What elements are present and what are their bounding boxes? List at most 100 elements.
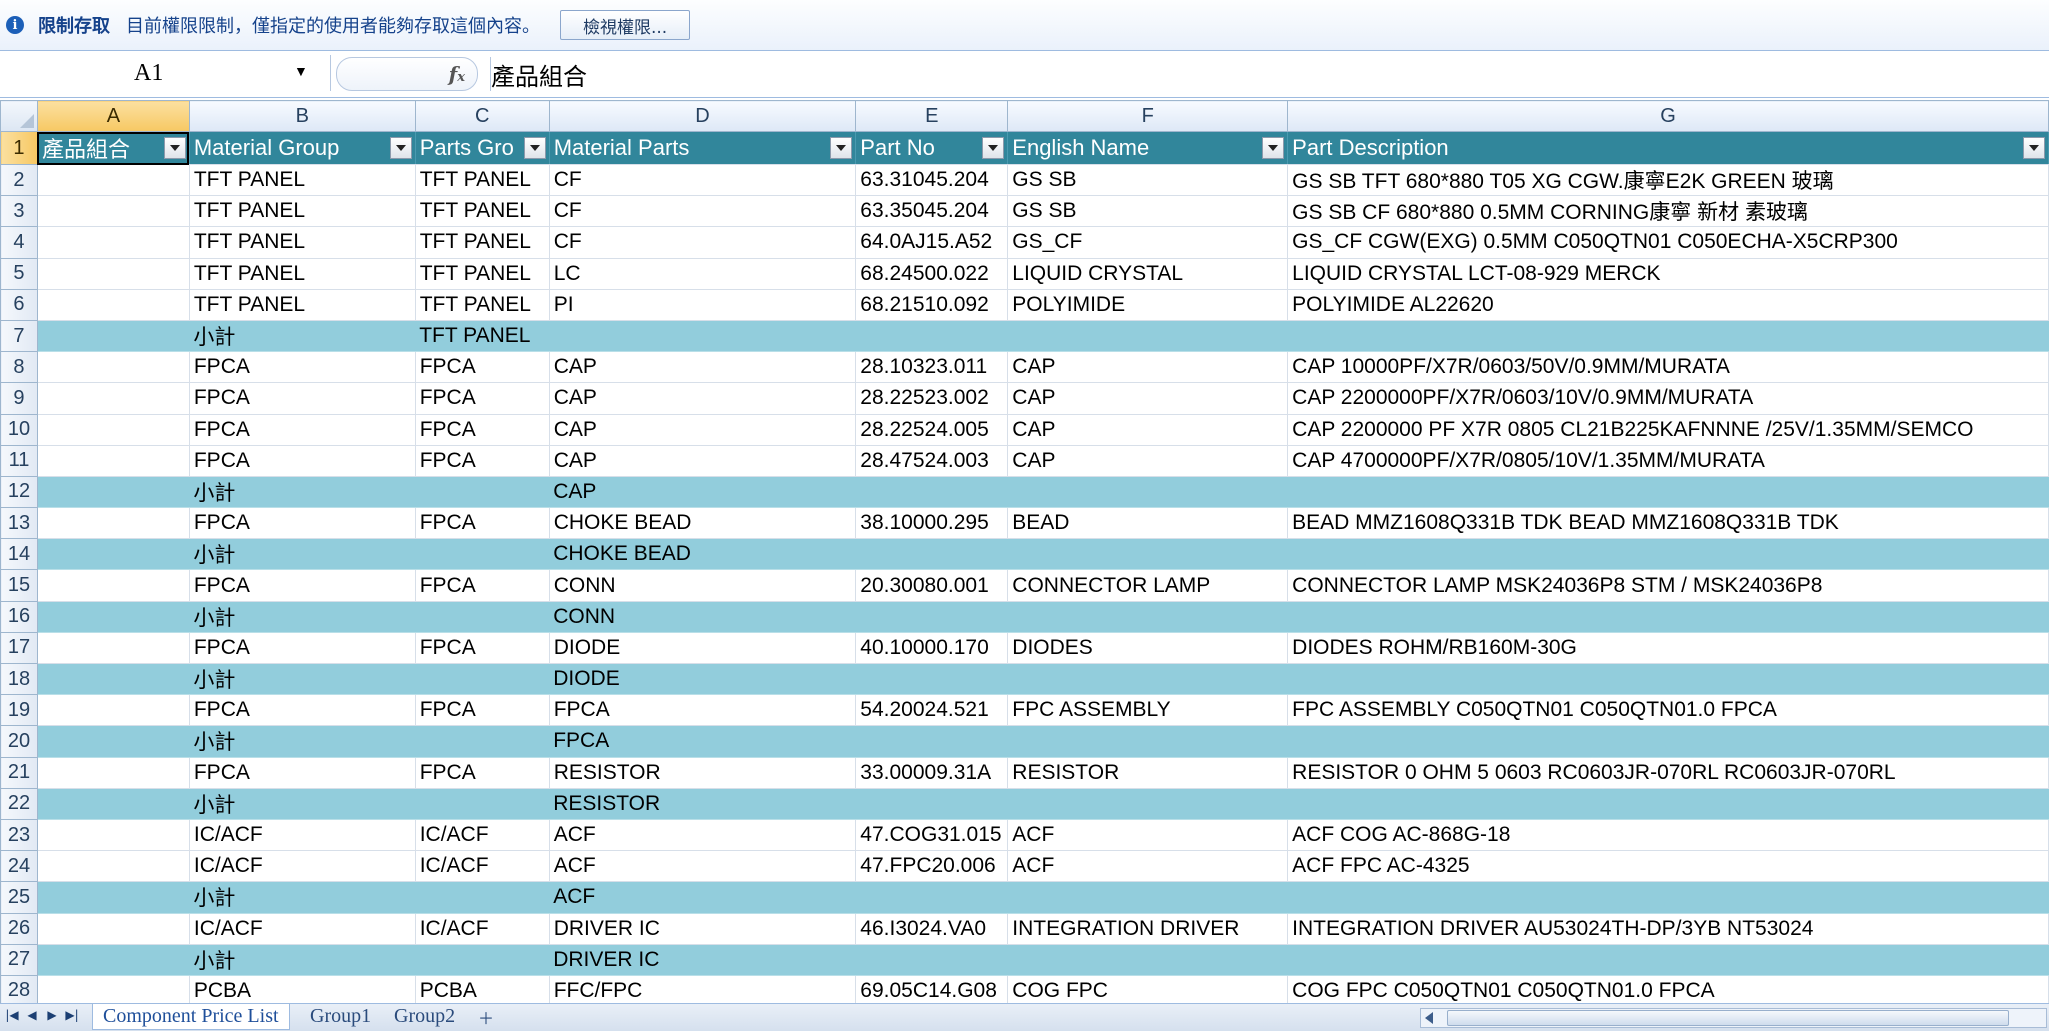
cell-f[interactable]: GS SB <box>1007 164 1289 197</box>
cell-a[interactable] <box>37 289 190 321</box>
cell-a[interactable] <box>37 944 190 976</box>
cell-b[interactable]: FPCA <box>189 445 416 477</box>
filter-dropdown-icon[interactable] <box>982 137 1005 159</box>
formula-content[interactable]: 產品組合 <box>491 57 587 92</box>
row-header[interactable]: 20 <box>0 725 38 758</box>
cell-e[interactable]: 33.00009.31A <box>855 757 1009 789</box>
column-header-g[interactable]: G <box>1287 100 2049 132</box>
cell-a[interactable] <box>37 351 190 384</box>
row-header[interactable]: 24 <box>0 850 38 883</box>
cell-b[interactable]: 小計 <box>189 476 416 509</box>
cell-e[interactable]: 69.05C14.G08 <box>855 975 1009 1003</box>
cell-g[interactable] <box>1287 788 2049 820</box>
scroll-left-arrow-icon[interactable] <box>1425 1012 1433 1024</box>
cell-g[interactable] <box>1287 476 2049 509</box>
cell-e[interactable]: 63.35045.204 <box>855 195 1009 228</box>
cell-g[interactable]: ACF COG AC-868G-18 <box>1287 819 2049 852</box>
cell-f[interactable]: INTEGRATION DRIVER <box>1007 913 1289 945</box>
row-header[interactable]: 4 <box>0 226 38 259</box>
cell-f[interactable]: FPC ASSEMBLY <box>1007 694 1289 727</box>
horizontal-scrollbar[interactable] <box>1420 1008 2047 1028</box>
cell-c[interactable]: FPCA <box>415 507 550 540</box>
cell-g[interactable]: ACF FPC AC-4325 <box>1287 850 2049 883</box>
cell-c[interactable]: TFT PANEL <box>415 164 550 197</box>
cell-b[interactable]: FPCA <box>189 351 416 384</box>
row-header[interactable]: 25 <box>0 881 38 914</box>
cell-d[interactable]: ACF <box>549 850 857 883</box>
cell-d[interactable]: CF <box>549 226 857 259</box>
cell-e[interactable] <box>855 538 1008 571</box>
cell-a[interactable] <box>37 569 190 602</box>
cell-a[interactable] <box>37 445 190 477</box>
header-cell[interactable]: Part No <box>855 131 1009 165</box>
row-header[interactable]: 1 <box>0 131 38 165</box>
cell-a[interactable] <box>37 632 190 665</box>
cell-f[interactable]: BEAD <box>1007 507 1289 540</box>
cell-b[interactable]: TFT PANEL <box>189 164 416 197</box>
cell-f[interactable]: ACF <box>1007 850 1289 883</box>
cell-c[interactable]: FPCA <box>415 414 550 446</box>
cell-d[interactable]: DIODE <box>549 663 856 696</box>
scrollbar-thumb[interactable] <box>1447 1010 2009 1026</box>
last-sheet-icon[interactable]: ▶| <box>64 1008 80 1022</box>
filter-dropdown-icon[interactable] <box>830 137 853 159</box>
cell-c[interactable]: IC/ACF <box>415 913 550 945</box>
row-header[interactable]: 14 <box>0 538 38 571</box>
cell-e[interactable]: 63.31045.204 <box>855 164 1009 197</box>
cell-reference[interactable]: A1 <box>134 60 294 87</box>
column-header-d[interactable]: D <box>548 100 857 132</box>
cell-b[interactable]: FPCA <box>189 414 416 446</box>
cell-e[interactable] <box>855 320 1008 353</box>
cell-c[interactable]: TFT PANEL <box>415 226 550 259</box>
first-sheet-icon[interactable]: |◀ <box>4 1008 20 1022</box>
cell-e[interactable]: 68.24500.022 <box>855 258 1009 290</box>
cell-d[interactable]: CHOKE BEAD <box>549 538 856 571</box>
cell-g[interactable]: INTEGRATION DRIVER AU53024TH-DP/3YB NT53… <box>1287 913 2049 945</box>
cell-g[interactable]: CAP 4700000PF/X7R/0805/10V/1.35MM/MURATA <box>1287 445 2049 477</box>
cell-e[interactable] <box>855 944 1008 976</box>
cell-d[interactable]: DRIVER IC <box>549 913 857 945</box>
cell-d[interactable]: FPCA <box>549 694 857 727</box>
cell-a[interactable] <box>37 819 190 852</box>
cell-b[interactable]: 小計 <box>189 601 416 633</box>
cell-d[interactable]: ACF <box>549 881 856 914</box>
cell-g[interactable] <box>1287 725 2049 758</box>
row-header[interactable]: 7 <box>0 319 38 353</box>
sheet-tab-group1[interactable]: Group1 <box>300 1004 381 1029</box>
cell-c[interactable]: IC/ACF <box>415 819 550 852</box>
row-header[interactable]: 2 <box>0 163 38 197</box>
cell-e[interactable] <box>855 663 1008 696</box>
header-cell[interactable]: 產品組合 <box>37 131 190 165</box>
cell-e[interactable]: 28.22524.005 <box>855 414 1009 446</box>
cell-g[interactable] <box>1287 944 2049 976</box>
row-header[interactable]: 15 <box>0 569 38 602</box>
cell-d[interactable]: CF <box>549 195 857 228</box>
cell-e[interactable] <box>855 601 1008 633</box>
cell-a[interactable] <box>37 663 190 696</box>
fx-icon[interactable]: fx <box>449 62 465 86</box>
cell-a[interactable] <box>37 757 190 789</box>
row-header[interactable]: 11 <box>0 444 38 477</box>
cell-a[interactable] <box>37 850 190 883</box>
cell-f[interactable]: GS SB <box>1007 195 1289 228</box>
row-header[interactable]: 6 <box>0 288 38 321</box>
cell-c[interactable]: IC/ACF <box>415 850 550 883</box>
cell-b[interactable]: FPCA <box>189 757 416 789</box>
cell-b[interactable]: IC/ACF <box>189 819 416 852</box>
cell-f[interactable] <box>1007 881 1288 914</box>
cell-c[interactable] <box>415 944 550 976</box>
cell-c[interactable] <box>415 663 550 696</box>
row-header[interactable]: 26 <box>0 912 38 945</box>
cell-c[interactable]: FPCA <box>415 569 550 602</box>
cell-d[interactable]: CAP <box>549 414 857 446</box>
cell-b[interactable]: TFT PANEL <box>189 195 416 228</box>
header-cell[interactable]: English Name <box>1007 131 1289 165</box>
cell-e[interactable]: 47.COG31.015 <box>855 819 1009 852</box>
cell-d[interactable]: DRIVER IC <box>549 944 856 976</box>
cell-f[interactable] <box>1007 725 1288 758</box>
header-cell[interactable]: Parts Gro <box>415 131 550 165</box>
filter-dropdown-icon[interactable] <box>2023 137 2045 159</box>
header-cell[interactable]: Material Group <box>189 131 416 165</box>
cell-e[interactable] <box>855 476 1008 509</box>
row-header[interactable]: 19 <box>0 694 38 727</box>
